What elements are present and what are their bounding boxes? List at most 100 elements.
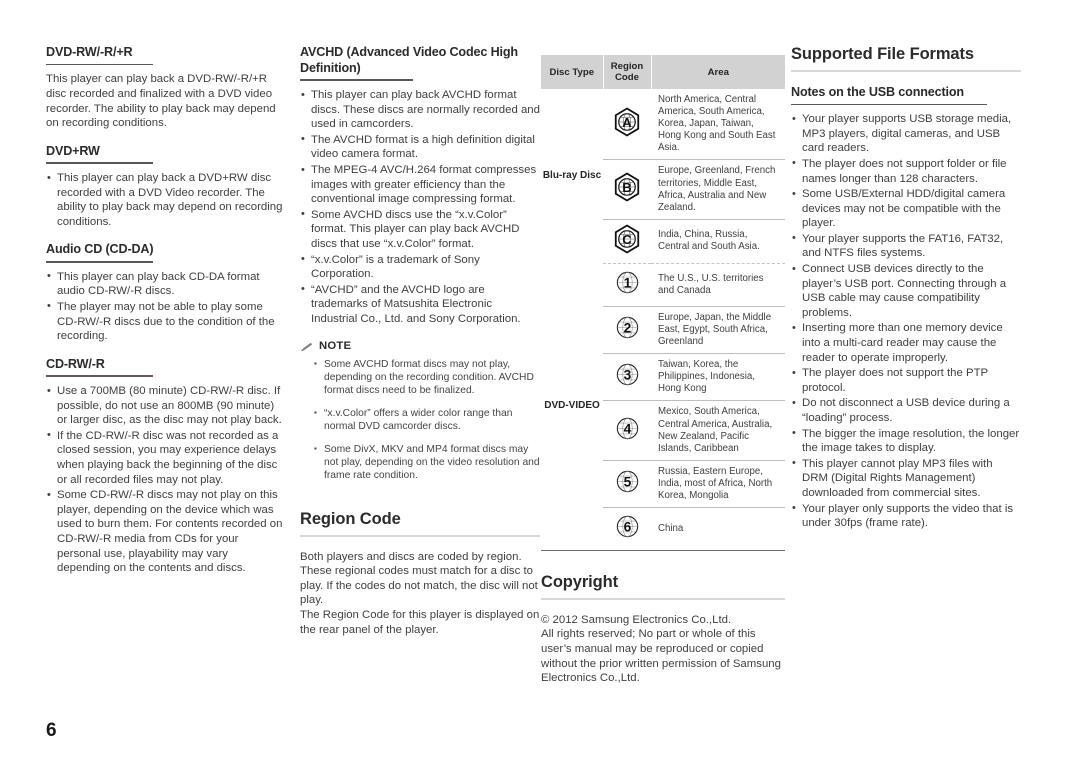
list-item: The player does not support the PTP prot… — [791, 366, 1021, 395]
cell-area: China — [651, 507, 785, 551]
list-cd-rw-r: Use a 700MB (80 minute) CD-RW/-R disc. I… — [46, 384, 284, 576]
page-number: 6 — [46, 720, 57, 741]
svg-text:3: 3 — [623, 368, 631, 383]
cell-region-icon: C — [603, 218, 651, 264]
svg-text:B: B — [622, 180, 631, 195]
heading-copyright: Copyright — [541, 573, 619, 592]
globe-region-6-icon: 6 — [616, 515, 638, 538]
heading-rule — [46, 261, 153, 263]
heading-audio-cd: Audio CD (CD-DA) — [46, 242, 154, 257]
note-item: “x.v.Color” offers a wider color range t… — [314, 406, 540, 434]
list-audio-cd: This player can play back CD-DA format a… — [46, 269, 284, 344]
list-usb-notes: Your player supports USB storage media, … — [791, 112, 1021, 531]
copyright-line-1: © 2012 Samsung Electronics Co.,Ltd. — [541, 613, 732, 626]
list-item: This player can play back a DVD+RW disc … — [46, 171, 284, 229]
svg-text:6: 6 — [623, 520, 631, 535]
section-rule — [300, 534, 540, 537]
heading-rule — [46, 162, 153, 165]
cell-region-icon: 6 — [603, 507, 651, 551]
note-header: NOTE — [300, 340, 540, 352]
list-item: If the CD-RW/-R disc was not recorded as… — [46, 428, 284, 487]
heading-rule — [791, 103, 987, 106]
heading-cd-rw-r: CD-RW/-R — [46, 356, 105, 371]
svg-text:5: 5 — [623, 474, 631, 489]
list-item: The player may not be able to play some … — [46, 299, 284, 344]
list-item: The player does not support folder or fi… — [791, 156, 1021, 186]
cell-area: Russia, Eastern Europe, India, most of A… — [651, 459, 785, 508]
globe-region-3-icon: 3 — [616, 364, 638, 386]
cell-area: North America, Central America, South Am… — [658, 94, 776, 154]
cell-disc-type-bluray: Blu-ray Disc — [542, 169, 602, 181]
list-item: Some CD-RW/-R discs may not play on this… — [46, 488, 284, 576]
hexagon-region-b-icon: B — [614, 172, 640, 202]
column-header-region-code: Region Code — [603, 55, 652, 89]
list-item: Some USB/External HDD/digital camera dev… — [791, 187, 1021, 231]
list-item: Your player supports the FAT16, FAT32, a… — [791, 231, 1021, 261]
svg-text:C: C — [622, 232, 631, 247]
section-rule — [791, 69, 1021, 72]
paragraph-region-code-2: The Region Code for this player is displ… — [300, 608, 540, 636]
copyright-line-2: All rights reserved; No part or whole of… — [541, 628, 781, 685]
cell-area: India, China, Russia, Central and South … — [651, 218, 785, 264]
table-row: Blu-ray Disc A North America, Central Am… — [541, 89, 785, 181]
pencil-note-icon — [300, 340, 314, 352]
column-header-disc-type: Disc Type — [541, 55, 604, 89]
table-header-row: Disc Type Region Code Area — [541, 55, 785, 89]
list-item: The MPEG-4 AVC/H.264 format compresses i… — [300, 163, 540, 207]
column-region-table: Disc Type Region Code Area Blu-ray Disc — [541, 45, 785, 686]
paragraph-region-code-1: Both players and discs are coded by regi… — [300, 550, 538, 607]
globe-region-2-icon: 2 — [616, 316, 638, 339]
cell-area: The U.S., U.S. territories and Canada — [651, 262, 785, 307]
cell-region-icon: 1 — [603, 262, 651, 307]
note-item: Some AVCHD format discs may not play, de… — [314, 357, 540, 398]
heading-rule — [300, 79, 413, 82]
svg-text:A: A — [622, 115, 631, 130]
list-item: Connect USB devices directly to the play… — [791, 262, 1021, 320]
paragraph-dvd-rw-r-plus-r: This player can play back a DVD-RW/-R/+R… — [46, 73, 276, 130]
cell-disc-type-dvdvideo: DVD-VIDEO — [544, 400, 600, 412]
list-item: “x.v.Color” is a trademark of Sony Corpo… — [300, 252, 540, 282]
cell-area: Mexico, South America, Central America, … — [651, 400, 785, 461]
globe-region-4-icon: 4 — [616, 417, 638, 439]
cell-region-icon: 2 — [603, 305, 651, 354]
svg-text:4: 4 — [623, 421, 631, 436]
column-disc-formats: DVD-RW/-R/+R This player can play back a… — [46, 45, 284, 589]
column-avchd-region: AVCHD (Advanced Video Codec High Definit… — [300, 45, 540, 637]
column-header-area: Area — [651, 55, 785, 89]
list-item: Inserting more than one memory device in… — [791, 321, 1021, 365]
list-item: Some AVCHD discs use the “x.v.Color” for… — [300, 207, 540, 252]
list-item: This player cannot play MP3 files with D… — [791, 456, 1021, 501]
manual-page: DVD-RW/-R/+R This player can play back a… — [0, 0, 1080, 770]
list-item: “AVCHD” and the AVCHD logo are trademark… — [300, 282, 540, 327]
cell-region-icon: B — [603, 159, 651, 220]
heading-avchd: AVCHD (Advanced Video Codec High Definit… — [300, 45, 518, 75]
hexagon-region-a-icon: A — [614, 107, 640, 137]
hexagon-region-c-icon: C — [614, 224, 640, 254]
cell-area: Europe, Japan, the Middle East, Egypt, S… — [651, 305, 785, 354]
section-rule — [541, 597, 785, 600]
list-item: Do not disconnect a USB device during a … — [791, 396, 1021, 425]
list-item: The AVCHD format is a high definition di… — [300, 132, 540, 162]
cell-area: Europe, Greenland, French territories, M… — [651, 159, 785, 220]
list-note: Some AVCHD format discs may not play, de… — [300, 357, 540, 483]
list-dvd-plus-rw: This player can play back a DVD+RW disc … — [46, 171, 284, 229]
list-item: This player can play back CD-DA format a… — [46, 269, 284, 299]
heading-supported-file-formats: Supported File Formats — [791, 45, 974, 63]
cell-area: Taiwan, Korea, the Philippines, Indonesi… — [651, 353, 785, 401]
heading-rule — [46, 375, 153, 378]
note-item: Some DivX, MKV and MP4 format discs may … — [314, 442, 540, 483]
column-supported-formats: Supported File Formats Notes on the USB … — [791, 45, 1021, 544]
heading-dvd-plus-rw: DVD+RW — [46, 143, 100, 158]
globe-region-5-icon: 5 — [616, 470, 638, 493]
cell-region-icon: 5 — [603, 459, 651, 508]
cell-region-icon: A — [603, 89, 651, 160]
cell-region-icon: 4 — [603, 400, 651, 461]
list-item: Use a 700MB (80 minute) CD-RW/-R disc. I… — [46, 384, 284, 428]
svg-text:2: 2 — [623, 321, 631, 336]
note-label: NOTE — [319, 339, 352, 352]
svg-text:1: 1 — [623, 275, 631, 290]
cell-region-icon: 3 — [603, 353, 651, 401]
list-item: The bigger the image resolution, the lon… — [791, 426, 1021, 456]
globe-region-1-icon: 1 — [616, 271, 638, 294]
list-item: This player can play back AVCHD format d… — [300, 88, 540, 132]
